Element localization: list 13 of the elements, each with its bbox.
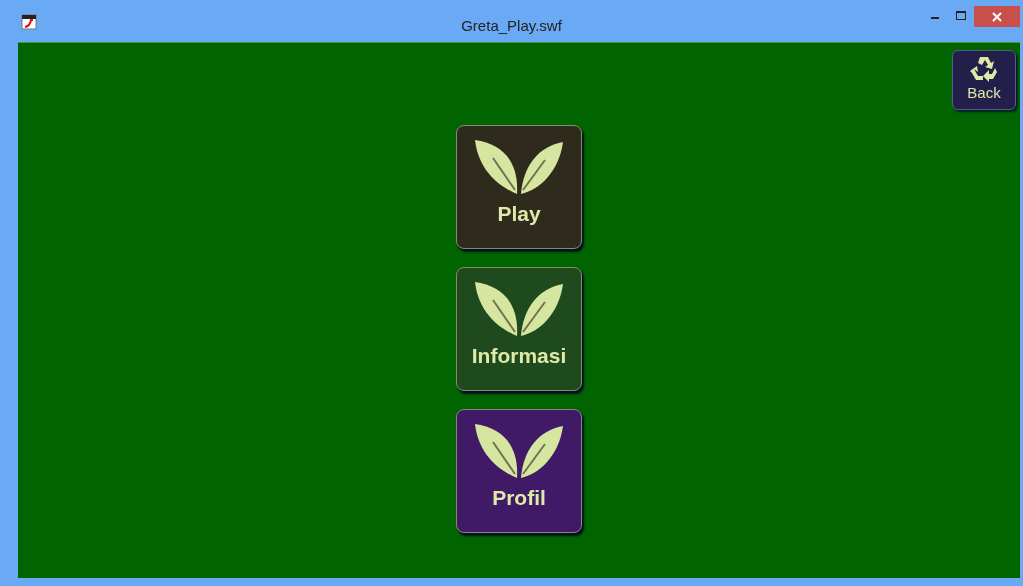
leaves-icon: [473, 280, 565, 338]
menu-button[interactable]: Play: [456, 125, 582, 249]
back-button[interactable]: Back: [952, 50, 1016, 110]
window-title: Greta_Play.swf: [461, 16, 562, 36]
menu-button[interactable]: Profil: [456, 409, 582, 533]
leaves-icon: [473, 422, 565, 480]
maximize-icon: [956, 11, 966, 21]
menu-button[interactable]: Informasi: [456, 267, 582, 391]
recycle-icon: [969, 54, 999, 84]
close-icon: [992, 11, 1002, 22]
close-button[interactable]: [974, 6, 1020, 27]
leaves-icon: [473, 138, 565, 196]
app-icon: [21, 14, 37, 30]
